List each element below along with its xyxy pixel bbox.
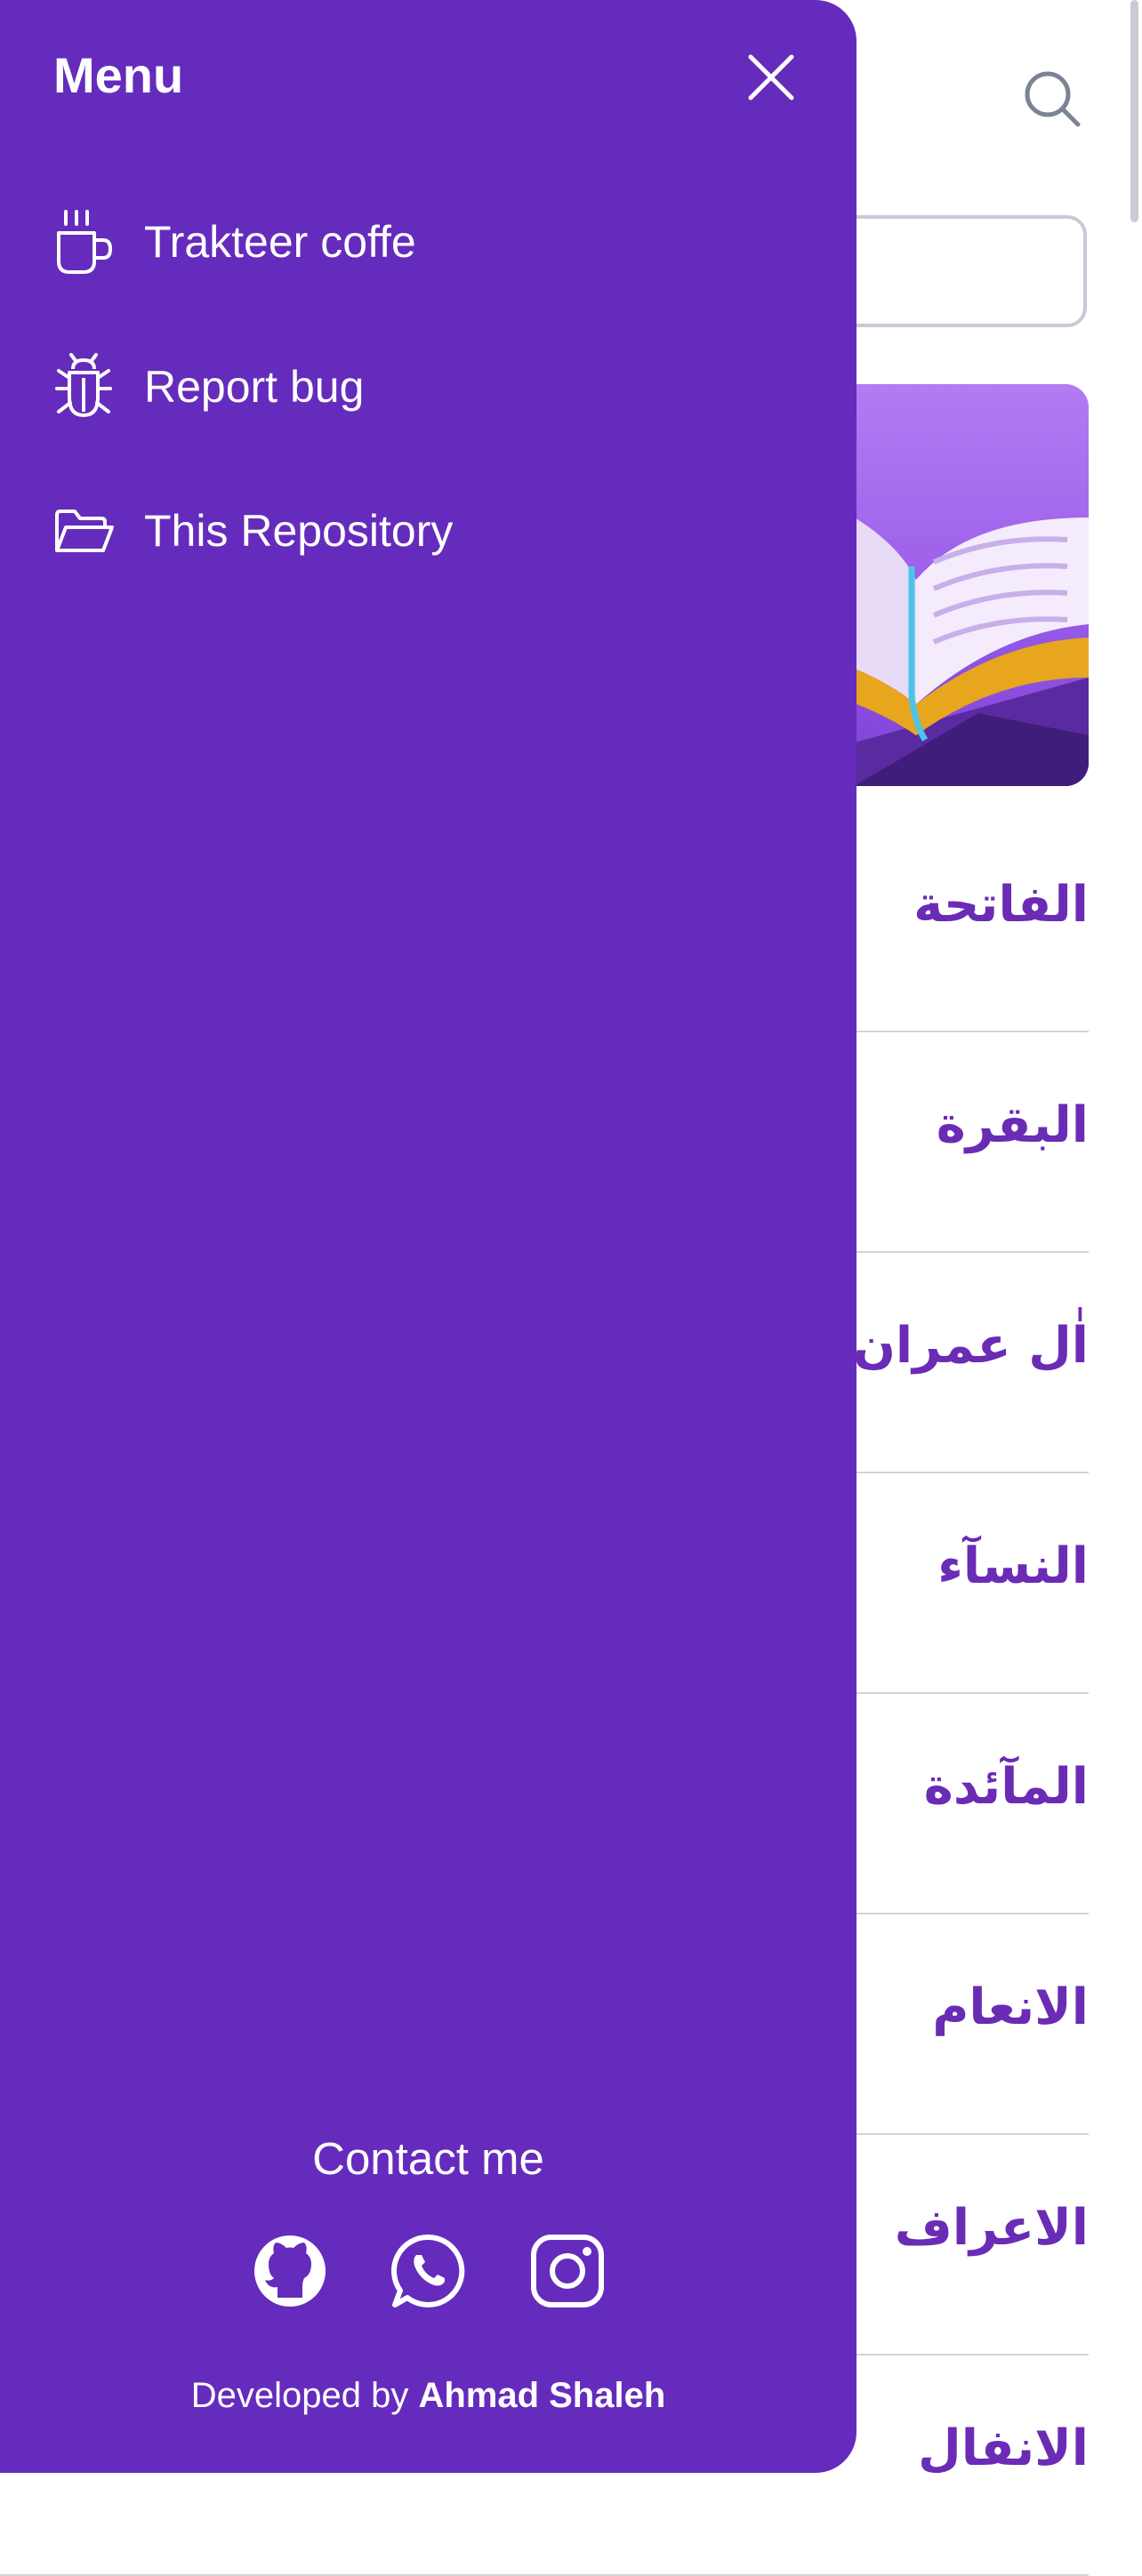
close-button[interactable] <box>744 50 799 105</box>
surah-name: اٰل عمران <box>853 1317 1089 1375</box>
menu-item-label: This Repository <box>144 506 454 556</box>
whatsapp-link[interactable] <box>390 2232 468 2310</box>
menu-item-report-bug[interactable]: Report bug <box>53 342 818 431</box>
close-icon <box>748 54 794 100</box>
author-name[interactable]: Ahmad Shaleh <box>418 2376 665 2415</box>
menu-item-label: Trakteer coffe <box>144 217 416 267</box>
menu-item-repository[interactable]: This Repository <box>53 486 818 575</box>
developer-credit: Developed by Ahmad Shaleh <box>0 2376 856 2416</box>
side-drawer: Menu Trakteer coffe Report bug This Repo… <box>0 0 856 2473</box>
surah-name: المآئدة <box>923 1758 1089 1816</box>
coffee-cup-icon <box>57 210 113 274</box>
whatsapp-icon <box>390 2234 465 2307</box>
surah-name: الفاتحة <box>913 876 1089 934</box>
menu-item-trakteer[interactable]: Trakteer coffe <box>53 197 818 286</box>
surah-name: البقرة <box>936 1096 1089 1154</box>
search-icon <box>1025 71 1081 127</box>
folder-open-icon <box>55 510 114 552</box>
bug-icon <box>55 353 112 417</box>
github-icon <box>254 2235 326 2307</box>
surah-name: الانفال <box>918 2420 1089 2477</box>
menu-item-label: Report bug <box>144 362 365 412</box>
surah-name: النسآء <box>937 1537 1089 1595</box>
github-link[interactable] <box>251 2232 329 2310</box>
surah-name: الانعام <box>932 1978 1089 2036</box>
page-scrollbar[interactable] <box>1130 0 1138 222</box>
drawer-title: Menu <box>53 47 184 103</box>
contact-title: Contact me <box>312 2133 544 2184</box>
surah-name: الاعراف <box>894 2199 1089 2257</box>
instagram-link[interactable] <box>528 2232 607 2310</box>
instagram-icon <box>531 2235 604 2307</box>
search-button[interactable] <box>1023 69 1083 130</box>
credit-prefix: Developed by <box>190 2376 409 2415</box>
